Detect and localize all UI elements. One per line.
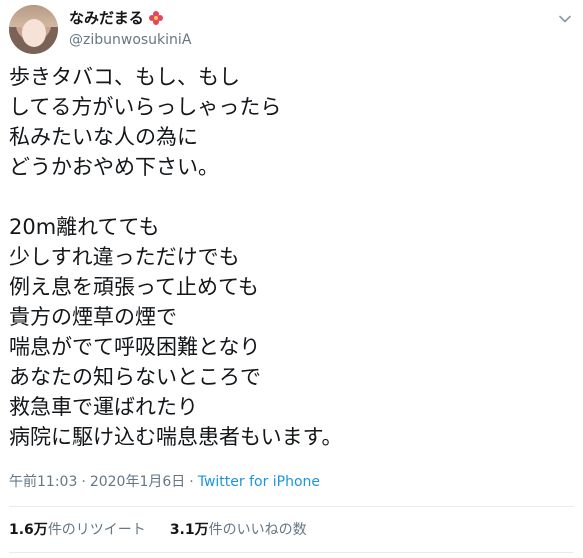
divider-bottom	[9, 552, 574, 553]
tweet-date[interactable]: 2020年1月6日	[90, 474, 185, 490]
chevron-down-icon[interactable]	[558, 11, 572, 25]
tweet-header: なみだまる @zibunwosukiniA	[9, 5, 574, 55]
tweet-meta: 午前11:03 · 2020年1月6日 · Twitter for iPhone	[9, 472, 320, 492]
tweet-time[interactable]: 午前11:03	[9, 474, 77, 490]
meta-separator-2: ·	[189, 474, 194, 490]
display-name-row[interactable]: なみだまる	[69, 8, 191, 28]
user-handle[interactable]: @zibunwosukiniA	[69, 30, 191, 50]
user-names: なみだまる @zibunwosukiniA	[69, 8, 191, 50]
likes-label: 件のいいねの数	[208, 522, 307, 538]
meta-separator: ·	[81, 474, 86, 490]
display-name[interactable]: なみだまる	[69, 8, 144, 28]
likes-count: 3.1万	[169, 522, 209, 538]
tweet-card: なみだまる @zibunwosukiniA 歩きタバコ、もし、もし してる方がい…	[0, 0, 583, 558]
tweet-source-link[interactable]: Twitter for iPhone	[198, 474, 320, 490]
avatar[interactable]	[9, 5, 58, 54]
retweets-count: 1.6万	[9, 522, 48, 538]
tweet-text: 歩きタバコ、もし、もし してる方がいらっしゃったら 私みたいな人の為に どうかお…	[9, 65, 343, 449]
avatar-face	[22, 19, 46, 47]
likes-stat[interactable]: 3.1万件のいいねの数	[170, 520, 307, 540]
flower-icon	[148, 10, 164, 26]
retweets-stat[interactable]: 1.6万件のリツイート	[9, 520, 146, 540]
retweets-label: 件のリツイート	[47, 522, 146, 538]
tweet-stats: 1.6万件のリツイート 3.1万件のいいねの数	[9, 520, 307, 540]
divider	[9, 506, 574, 507]
